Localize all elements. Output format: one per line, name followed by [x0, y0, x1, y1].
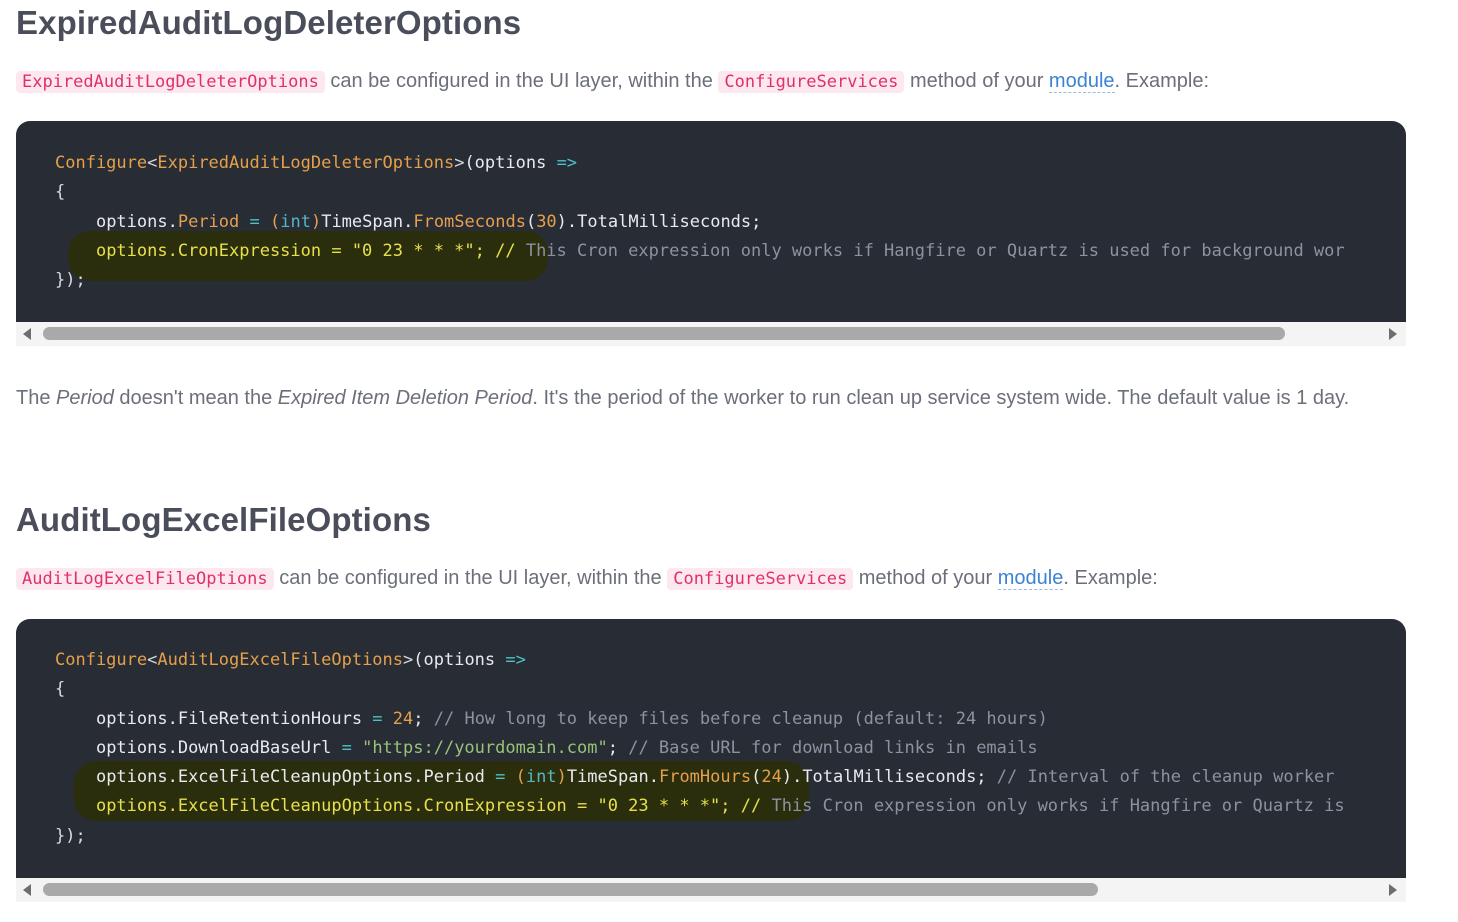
intro-text: can be configured in the UI layer, withi… [324, 70, 719, 92]
section-heading-expired-audit-log-deleter-options: ExpiredAuditLogDeleterOptions [16, 4, 522, 41]
inline-code: ConfigureServices [667, 568, 854, 590]
inline-code: AuditLogExcelFileOptions [16, 568, 274, 590]
scroll-right-icon[interactable] [1389, 328, 1397, 340]
module-link[interactable]: module [997, 567, 1064, 590]
scrollbar-thumb[interactable] [43, 327, 1285, 340]
code-line: Configure<AuditLogExcelFileOptions>(opti… [55, 650, 526, 670]
code-line: options.ExcelFileCleanupOptions.Period =… [95, 767, 1335, 788]
scroll-left-icon[interactable] [23, 328, 31, 340]
code-line: options.Period = (int)TimeSpan.FromSecon… [95, 211, 762, 232]
code-line: }); [55, 270, 86, 291]
code-line: { [55, 182, 66, 203]
inline-code: ConfigureServices [718, 71, 905, 93]
scrollbar-thumb[interactable] [43, 883, 1098, 896]
code-content: Configure<AuditLogExcelFileOptions>(opti… [55, 646, 1345, 851]
section2-intro: AuditLogExcelFileOptions can be configur… [16, 563, 1158, 594]
code-comment: This Cron expression only works if Hangf… [771, 796, 1345, 817]
intro-text: method of your [853, 567, 998, 589]
intro-text: can be configured in the UI layer, withi… [273, 567, 668, 589]
code-content: Configure<ExpiredAuditLogDeleterOptions>… [55, 149, 1345, 295]
scroll-right-icon[interactable] [1389, 884, 1397, 896]
intro-text: . Example: [1063, 567, 1158, 589]
code-comment: This Cron expression only works if Hangf… [525, 240, 1345, 261]
inline-code: ExpiredAuditLogDeleterOptions [16, 71, 325, 93]
period-note: The Period doesn't mean the Expired Item… [16, 387, 1350, 409]
code-line: options.DownloadBaseUrl = "https://yourd… [95, 737, 1038, 758]
code-line-highlighted: options.ExcelFileCleanupOptions.CronExpr… [95, 796, 772, 817]
section1-intro: ExpiredAuditLogDeleterOptions can be con… [16, 66, 1209, 97]
code-block-2: Configure<AuditLogExcelFileOptions>(opti… [16, 619, 1406, 878]
horizontal-scrollbar-2[interactable] [16, 878, 1406, 902]
code-line-highlighted: options.CronExpression = "0 23 * * *"; /… [95, 240, 526, 261]
horizontal-scrollbar-1[interactable] [16, 322, 1406, 346]
module-link[interactable]: module [1048, 70, 1115, 93]
intro-text: method of your [904, 70, 1049, 92]
code-line: Configure<ExpiredAuditLogDeleterOptions>… [55, 153, 578, 173]
intro-text: . Example: [1114, 70, 1210, 92]
scroll-left-icon[interactable] [23, 884, 31, 896]
code-line: { [55, 679, 66, 700]
section-heading-audit-log-excel-file-options: AuditLogExcelFileOptions [16, 501, 431, 538]
code-line: options.FileRetentionHours = 24; // How … [95, 708, 1048, 729]
code-line: }); [55, 825, 86, 846]
code-block-1: Configure<ExpiredAuditLogDeleterOptions>… [16, 121, 1406, 322]
